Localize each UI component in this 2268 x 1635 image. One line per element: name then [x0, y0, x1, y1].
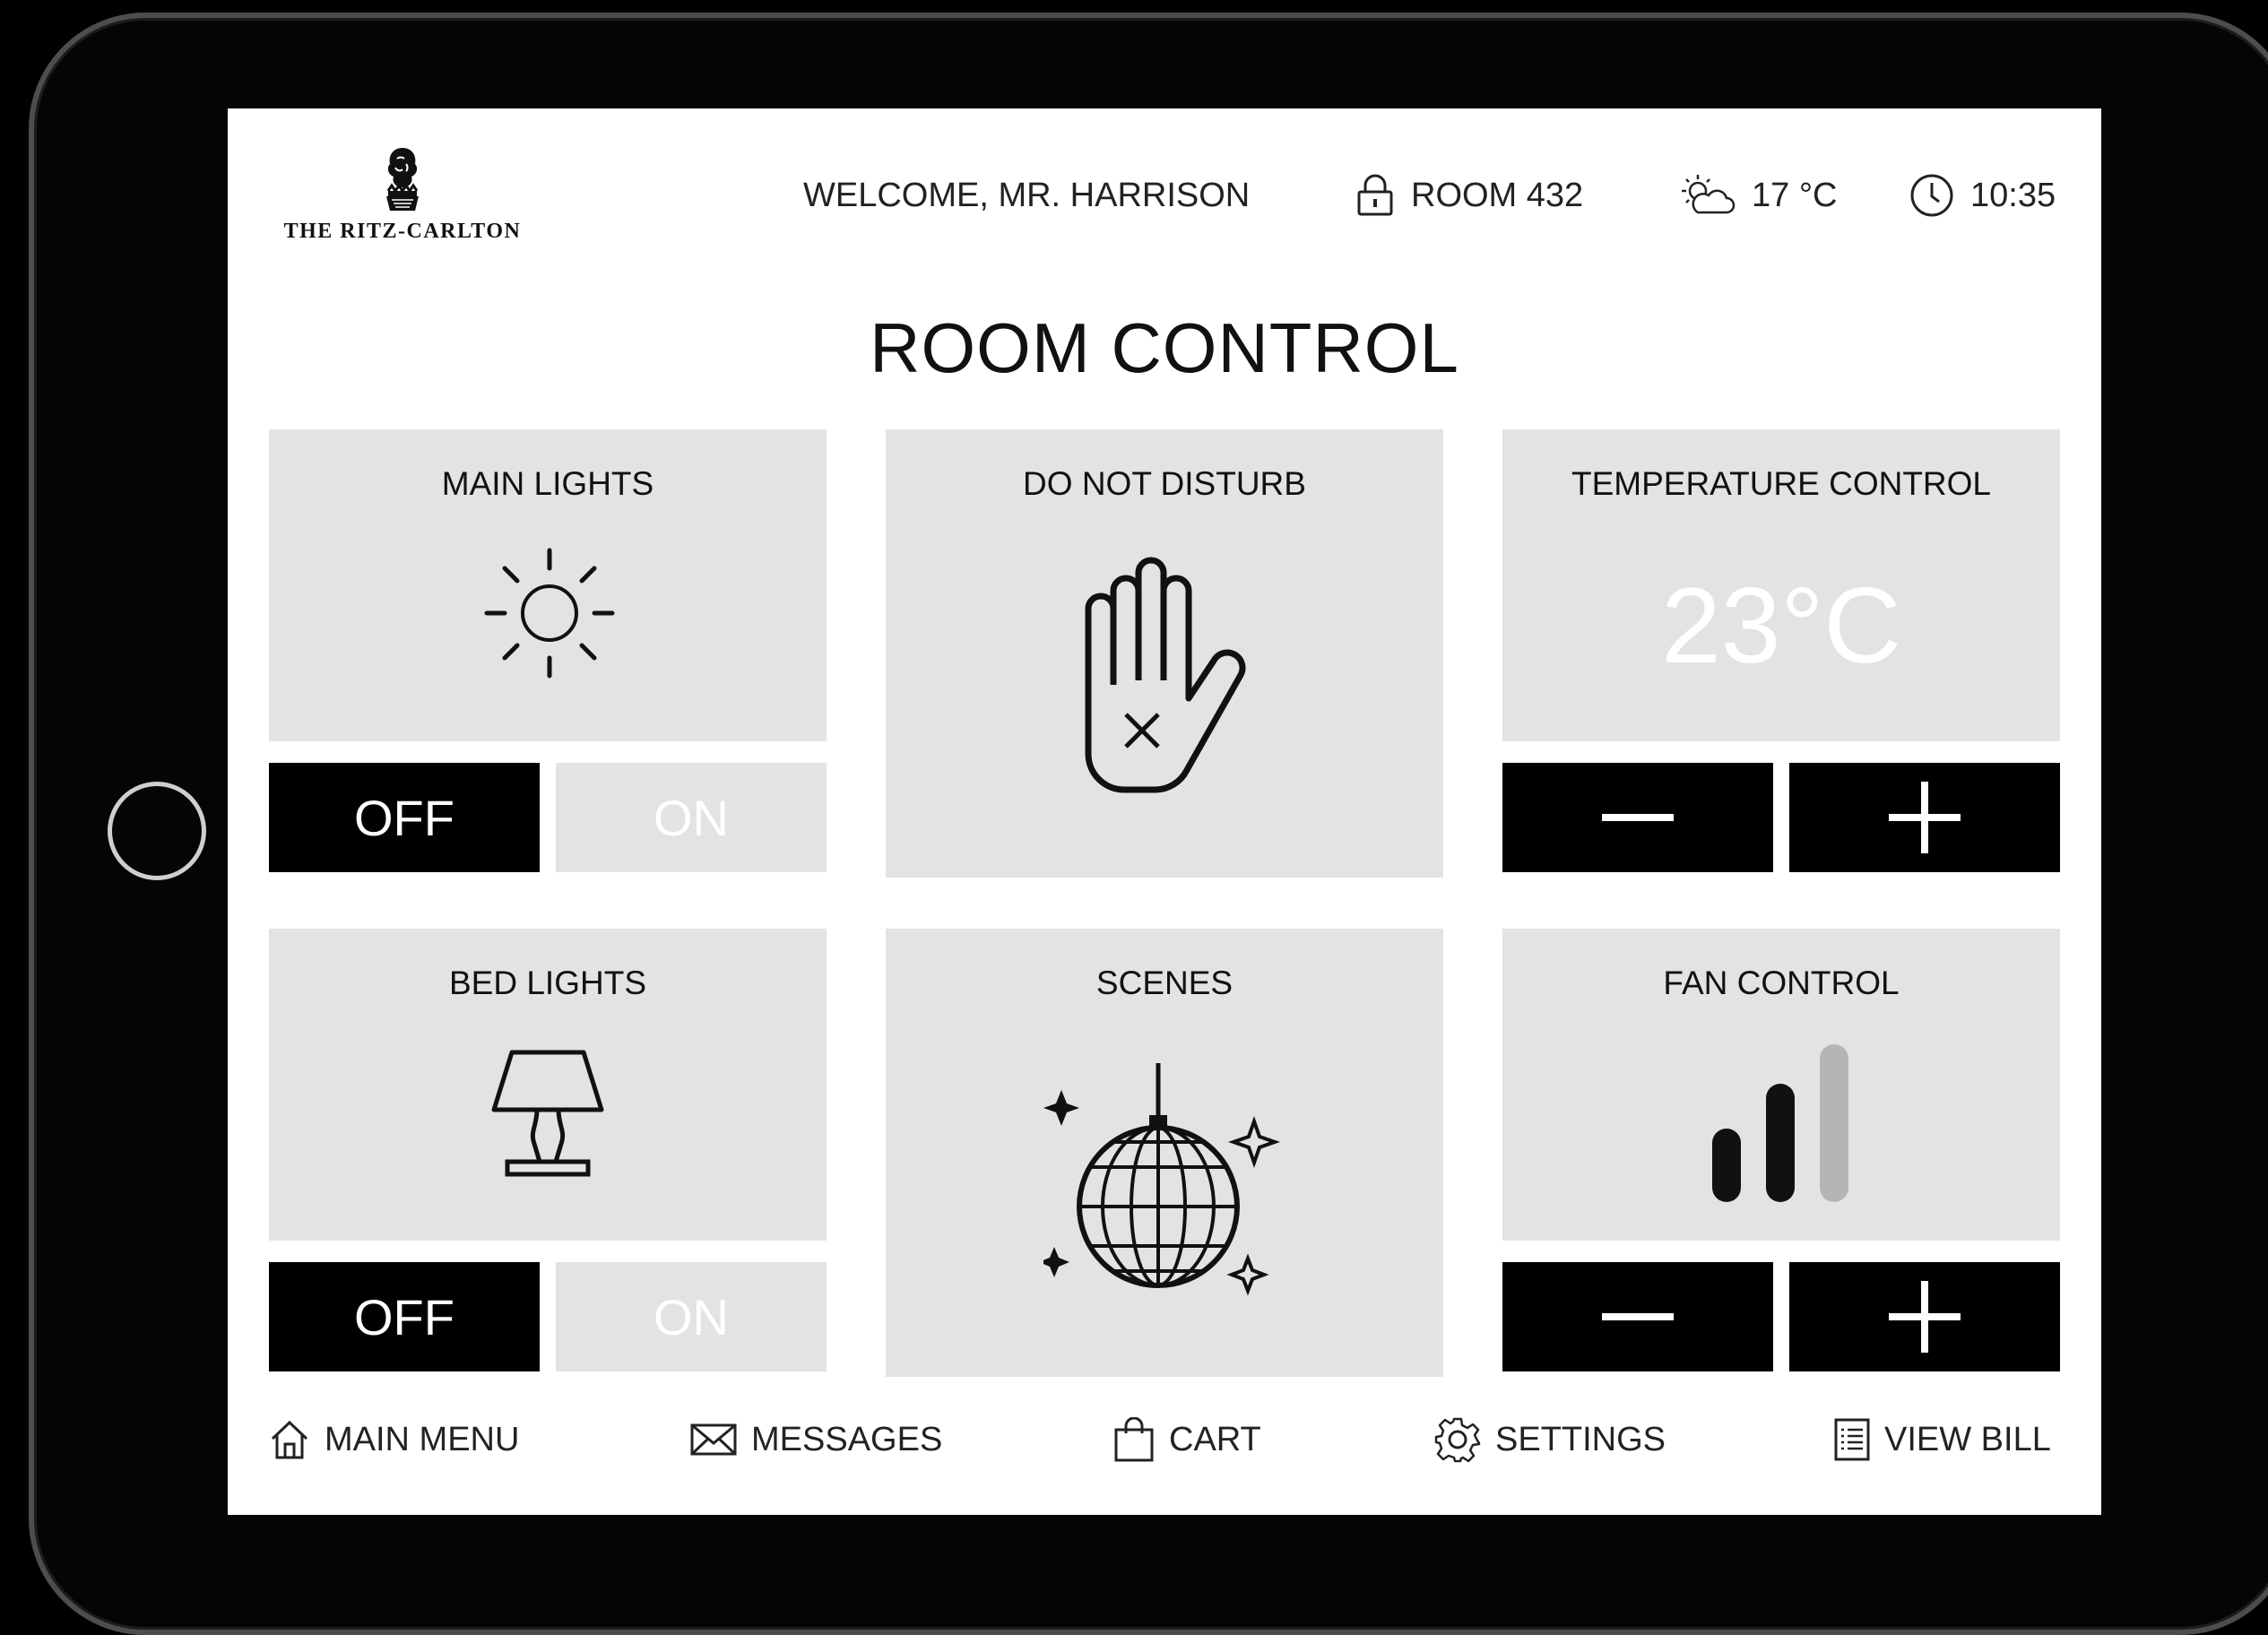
- welcome-message: WELCOME, MR. HARRISON: [803, 173, 1250, 218]
- page-title: ROOM CONTROL: [870, 308, 1459, 387]
- fan-level-bar-1: [1712, 1129, 1741, 1202]
- nav-cart-label: CART: [1169, 1420, 1261, 1458]
- room-number: ROOM 432: [1411, 176, 1584, 214]
- temperature-label: TEMPERATURE CONTROL: [1571, 465, 1991, 502]
- bed-lights-on-button[interactable]: ON: [556, 1262, 827, 1371]
- minus-icon: [1602, 814, 1674, 821]
- do-not-disturb-label: DO NOT DISTURB: [1023, 465, 1306, 502]
- fan-level-indicator: [1712, 1041, 1850, 1202]
- main-lights-label: MAIN LIGHTS: [441, 465, 654, 502]
- bed-lights-tile: BED LIGHTS: [269, 929, 827, 1241]
- nav-main-menu-label: MAIN MENU: [325, 1420, 520, 1458]
- fan-increase-button[interactable]: [1789, 1262, 2060, 1371]
- scenes-tile[interactable]: SCENES: [886, 929, 1443, 1377]
- nav-messages[interactable]: MESSAGES: [690, 1413, 942, 1466]
- screen: THE RITZ-CARLTON WELCOME, MR. HARRISON R…: [228, 108, 2101, 1515]
- fan-level-bar-2: [1766, 1084, 1795, 1202]
- temperature-decrease-button[interactable]: [1502, 763, 1773, 872]
- shopping-bag-icon: [1114, 1417, 1154, 1462]
- main-lights-on-button[interactable]: ON: [556, 763, 827, 872]
- partly-cloudy-icon: [1682, 175, 1736, 214]
- scenes-label: SCENES: [1095, 965, 1234, 1001]
- minus-icon: [1602, 1313, 1674, 1320]
- lamp-icon: [491, 1050, 604, 1177]
- home-icon: [271, 1420, 308, 1459]
- nav-view-bill-label: VIEW BILL: [1884, 1420, 2051, 1458]
- nav-settings-label: SETTINGS: [1495, 1420, 1666, 1458]
- fan-control-label: FAN CONTROL: [1663, 965, 1900, 1001]
- fan-control-tile: FAN CONTROL: [1502, 929, 2060, 1241]
- envelope-icon: [690, 1423, 737, 1456]
- weather-indicator: 17 °C: [1678, 173, 1837, 218]
- nav-cart[interactable]: CART: [1113, 1413, 1261, 1466]
- temperature-increase-button[interactable]: [1789, 763, 2060, 872]
- temperature-tile: TEMPERATURE CONTROL 23°C: [1502, 429, 2060, 741]
- home-button[interactable]: [108, 782, 206, 880]
- room-indicator: ROOM 432: [1355, 173, 1583, 218]
- lion-crest-icon: [386, 148, 419, 211]
- main-lights-off-button[interactable]: OFF: [269, 763, 540, 872]
- plus-icon: [1889, 782, 1961, 853]
- disco-ball-icon: [1043, 1063, 1281, 1296]
- nav-main-menu[interactable]: MAIN MENU: [269, 1413, 519, 1466]
- nav-messages-label: MESSAGES: [751, 1420, 943, 1458]
- brand-name: THE RITZ-CARLTON: [283, 220, 522, 243]
- do-not-disturb-tile[interactable]: DO NOT DISTURB: [886, 429, 1443, 878]
- sun-icon: [484, 548, 615, 679]
- clock: 10:35: [1909, 173, 2056, 218]
- fan-decrease-button[interactable]: [1502, 1262, 1773, 1371]
- outdoor-temperature: 17 °C: [1752, 176, 1838, 214]
- lock-icon: [1357, 174, 1393, 216]
- clock-icon: [1910, 174, 1953, 217]
- nav-settings[interactable]: SETTINGS: [1434, 1413, 1666, 1466]
- current-time: 10:35: [1970, 176, 2056, 214]
- temperature-value: 23°C: [1660, 566, 1902, 686]
- bed-lights-off-button[interactable]: OFF: [269, 1262, 540, 1371]
- bed-lights-label: BED LIGHTS: [449, 965, 646, 1001]
- fan-level-bar-3: [1820, 1044, 1848, 1202]
- receipt-icon: [1834, 1418, 1870, 1461]
- main-lights-tile: MAIN LIGHTS: [269, 429, 827, 741]
- gear-icon: [1434, 1417, 1481, 1463]
- welcome-text: WELCOME, MR. HARRISON: [803, 176, 1251, 214]
- brand-logo: THE RITZ-CARLTON: [268, 144, 537, 244]
- stop-hand-icon: [1085, 557, 1246, 793]
- plus-icon: [1889, 1281, 1961, 1353]
- nav-view-bill[interactable]: VIEW BILL: [1834, 1413, 2051, 1466]
